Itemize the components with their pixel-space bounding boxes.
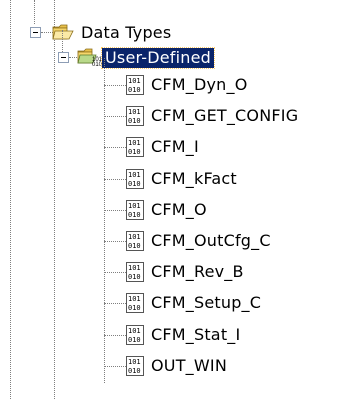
tree-node-datatype[interactable]: 101 010 CFM_OutCfg_C [0,226,353,256]
tree-node-label: CFM_OutCfg_C [151,231,271,250]
tree-guide-line [104,210,126,211]
svg-text:010: 010 [128,242,141,250]
tree-node-label: User-Defined [100,47,216,69]
binary-datatype-icon: 101010 [126,325,144,345]
binary-datatype-icon: 101010 [126,200,144,220]
svg-text:101: 101 [128,139,141,147]
tree-node-label: CFM_Stat_I [151,325,241,344]
collapse-toggle[interactable] [30,27,41,38]
svg-text:101: 101 [128,171,141,179]
binary-datatype-icon: 101010 [126,231,144,251]
svg-text:101: 101 [128,233,141,241]
tree-guide-line [104,116,126,117]
binary-datatype-icon: 101010 [126,293,144,313]
svg-text:010: 010 [128,273,141,281]
binary-datatype-icon: 101010 [126,356,144,376]
tree-node-label: Data Types [81,23,172,42]
svg-text:101: 101 [128,295,141,303]
tree-node-datatype[interactable]: 101 010 CFM_Rev_B [0,257,353,287]
tree-node-datatype[interactable]: 101 010 CFM_kFact [0,164,353,194]
svg-text:010: 010 [128,304,141,312]
tree-node-label: CFM_I [151,137,199,156]
tree-guide-line [104,272,126,273]
svg-text:101: 101 [128,327,141,335]
svg-text:101: 101 [128,202,141,210]
tree-guide-line [104,366,126,367]
svg-text:101: 101 [128,358,141,366]
tree-node-datatype[interactable]: 101 010 OUT_WIN [0,351,353,381]
tree-node-datatype[interactable]: 101 010 CFM_GET_CONFIG [0,101,353,131]
svg-text:101: 101 [128,264,141,272]
svg-text:101: 101 [128,108,141,116]
tree-guide-line [104,147,126,148]
tree-guide-line [104,303,126,304]
tree-node-label: CFM_Setup_C [151,293,262,312]
project-tree: Data Types 101 010 User-Defined 101 010 CF… [0,0,353,399]
tree-node-label: CFM_kFact [151,169,237,188]
tree-node-label: CFM_Rev_B [151,262,244,281]
tree-guide-line [104,241,126,242]
tree-node-datatype[interactable]: 101 010 CFM_Stat_I [0,320,353,350]
tree-node-label: OUT_WIN [151,356,227,375]
binary-datatype-icon: 101010 [126,106,144,126]
svg-text:010: 010 [128,86,141,94]
tree-guide-line [104,179,126,180]
folder-open-icon [52,24,74,40]
collapse-toggle[interactable] [58,52,69,63]
tree-node-datatype[interactable]: 101 010 CFM_O [0,195,353,225]
svg-text:010: 010 [128,367,141,375]
tree-guide-line [104,335,126,336]
binary-datatype-icon: 101010 [126,75,144,95]
tree-node-datatype[interactable]: 101 010 CFM_Dyn_O [0,70,353,100]
tree-node-label: CFM_GET_CONFIG [151,106,299,125]
svg-text:010: 010 [128,148,141,156]
binary-datatype-icon: 101010 [126,137,144,157]
svg-text:010: 010 [128,117,141,125]
tree-node-datatype[interactable]: 101 010 CFM_I [0,132,353,162]
tree-node-label: CFM_O [151,200,207,219]
user-defined-folder-icon: 101 010 [77,48,103,67]
binary-datatype-icon: 101010 [126,262,144,282]
svg-text:010: 010 [128,180,141,188]
svg-text:010: 010 [128,211,141,219]
binary-datatype-icon: 101010 [126,169,144,189]
tree-node-datatype[interactable]: 101 010 CFM_Setup_C [0,288,353,318]
tree-node-label: CFM_Dyn_O [151,75,248,94]
svg-text:010: 010 [128,336,141,344]
svg-text:101: 101 [128,77,141,85]
tree-guide-line [104,85,126,86]
tree-node-user-defined[interactable]: 101 010 User-Defined [0,43,270,73]
